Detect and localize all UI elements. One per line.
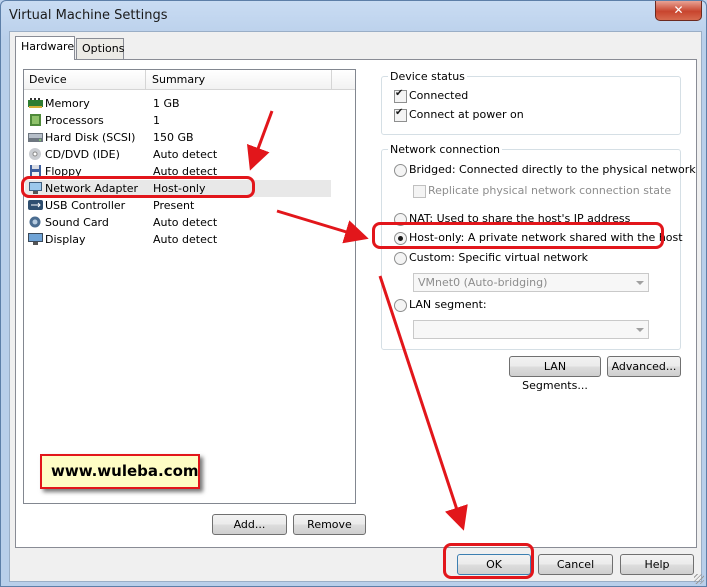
watermark-banner: www.wuleba.com	[40, 454, 200, 489]
arrow-to-ok-button	[378, 275, 468, 531]
tab-hardware[interactable]: Hardware	[15, 36, 75, 60]
arrow-to-host-only	[276, 209, 369, 244]
arrow-to-network-adapter	[246, 110, 274, 171]
annotation-arrows	[246, 110, 468, 531]
